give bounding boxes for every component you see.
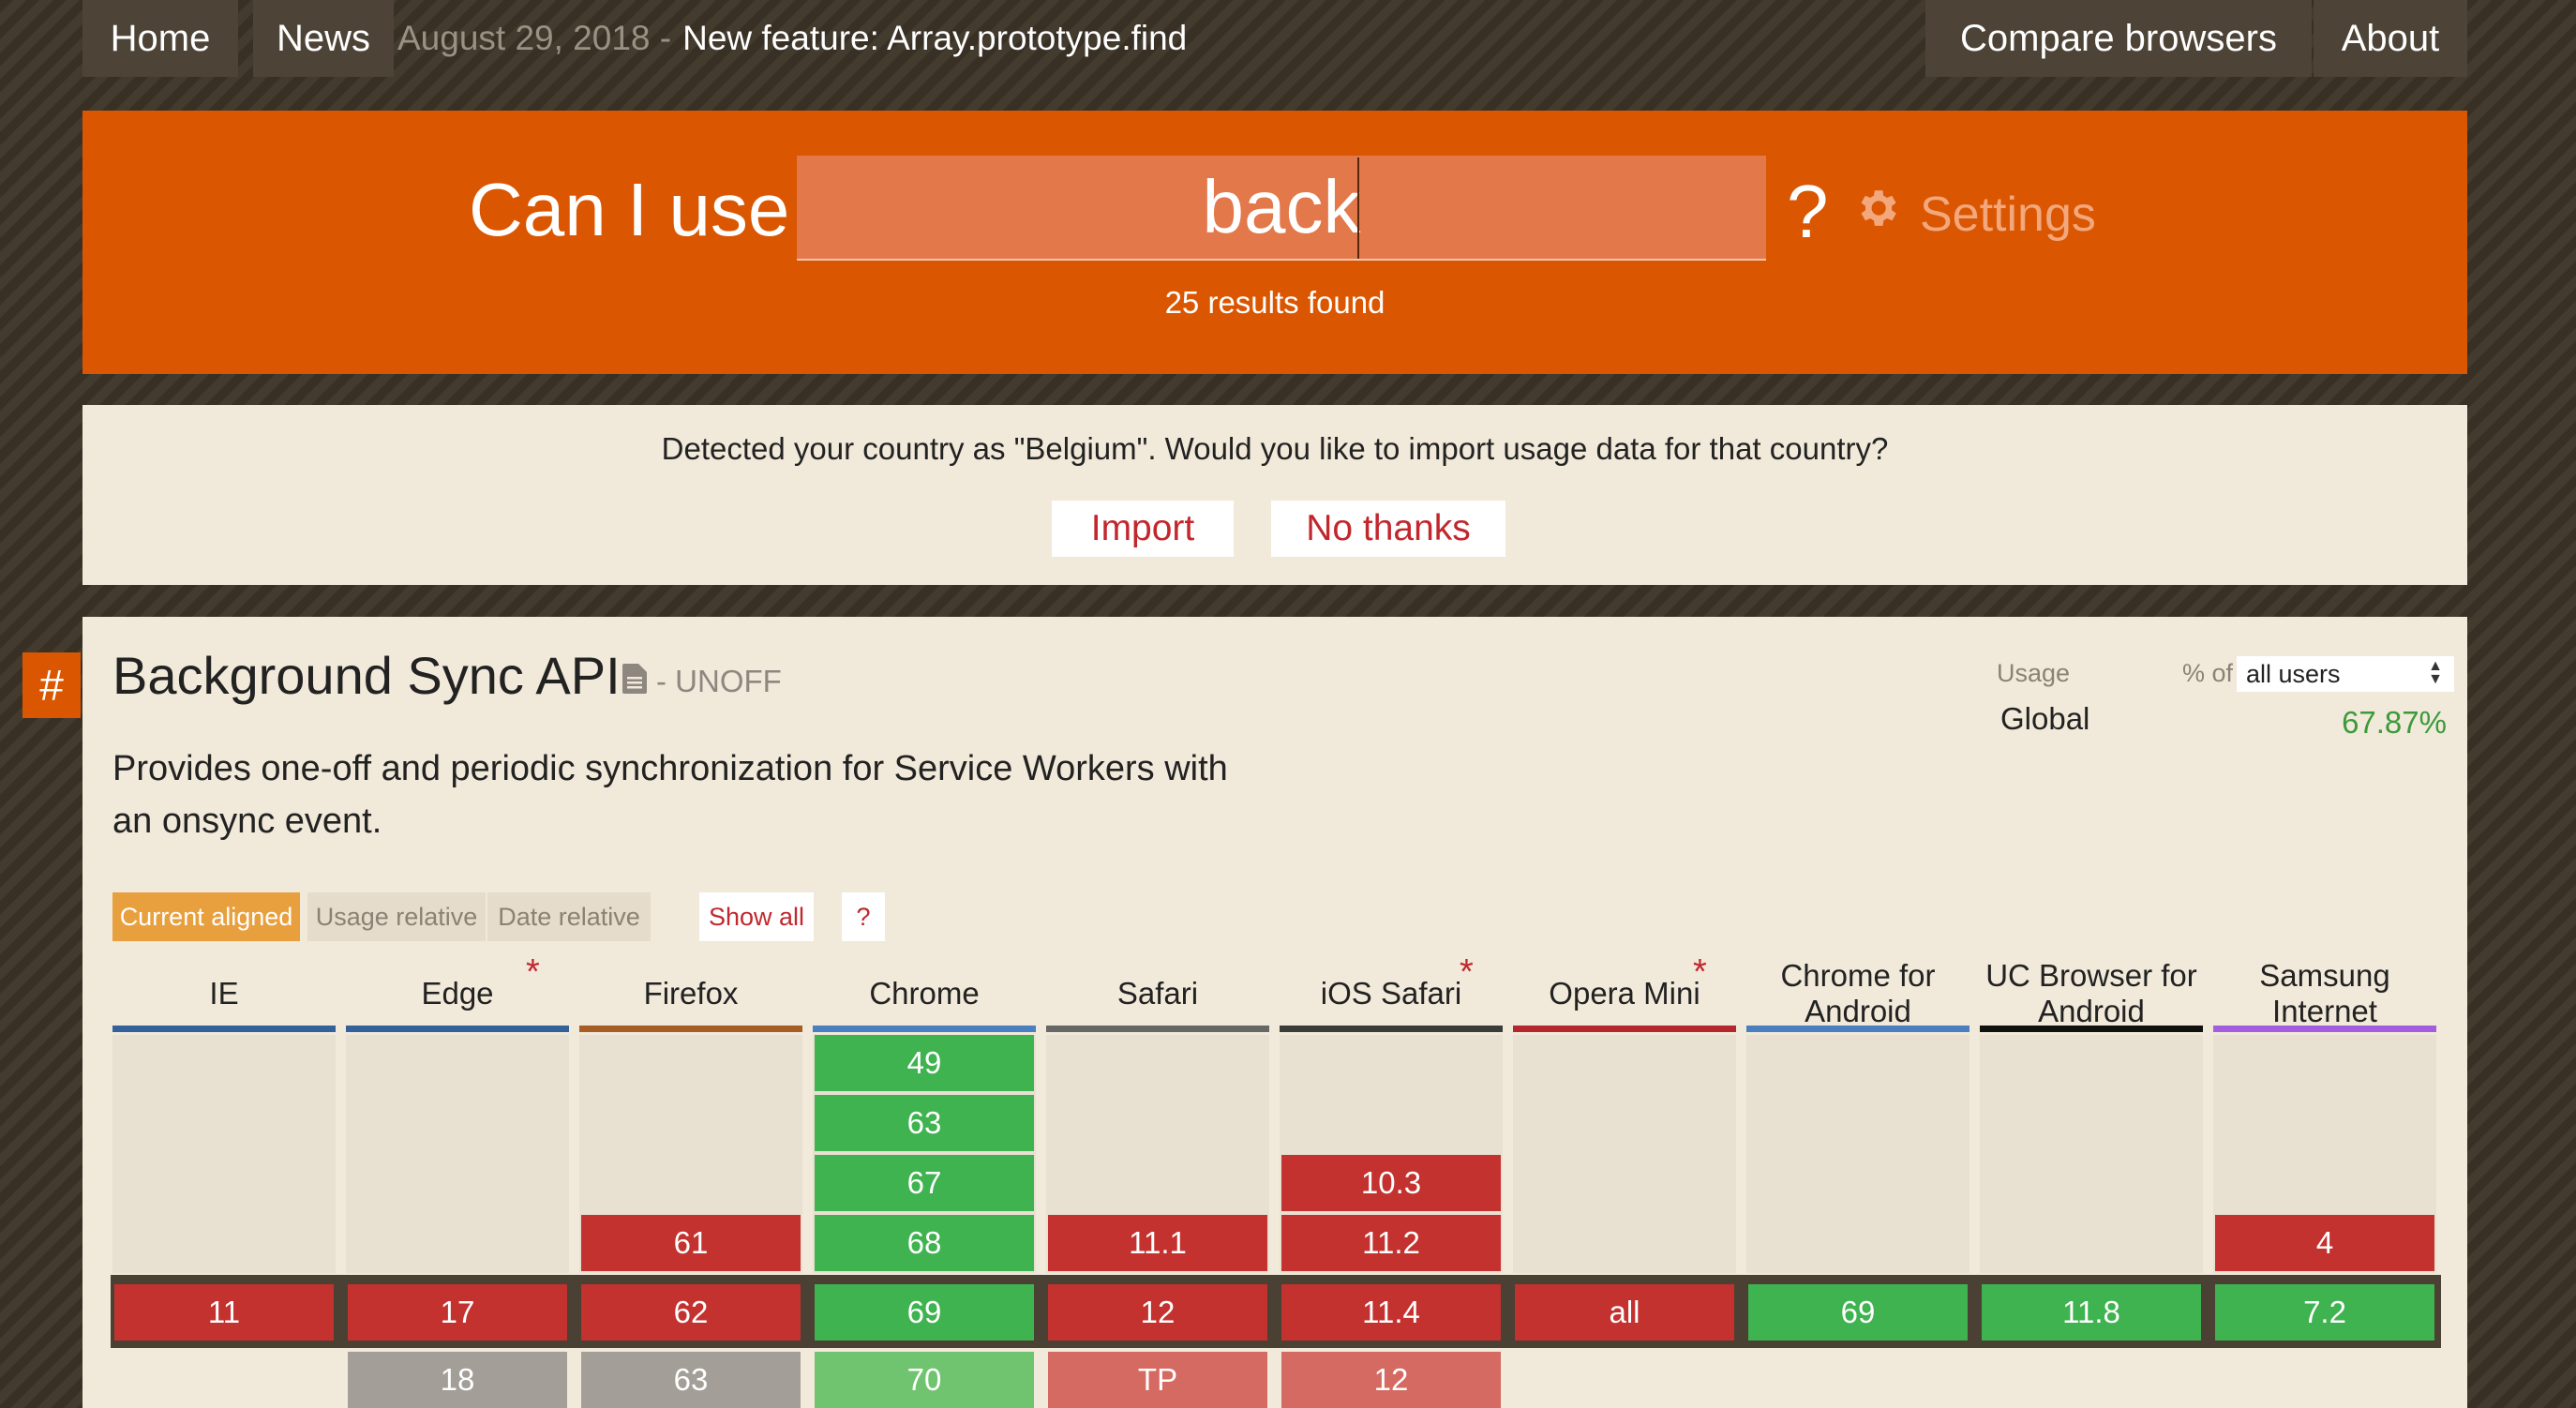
pct-of-label: % of bbox=[2182, 659, 2234, 687]
search-input[interactable] bbox=[797, 156, 1766, 261]
search-prefix: Can I use bbox=[469, 168, 790, 251]
show-all-button[interactable]: Show all bbox=[699, 892, 814, 941]
results-count: 25 results found bbox=[1164, 285, 1385, 320]
version-cell[interactable]: 68 bbox=[815, 1215, 1034, 1271]
browser-name-uc-browser-for-android: UC Browser for Android bbox=[1985, 958, 2197, 1028]
version-cell[interactable]: 11.2 bbox=[1281, 1215, 1501, 1271]
browser-bar-chrome bbox=[813, 1026, 1036, 1032]
current-version-cell[interactable]: 69 bbox=[1748, 1284, 1968, 1341]
settings-link[interactable]: Settings bbox=[1852, 184, 2096, 245]
history-column-chrome-for-android bbox=[1746, 1035, 1969, 1273]
current-version-cell[interactable]: 62 bbox=[581, 1284, 801, 1341]
future-version-cell[interactable]: 12 bbox=[1281, 1352, 1501, 1408]
gear-icon bbox=[1852, 184, 1920, 245]
version-cell[interactable]: 4 bbox=[2215, 1215, 2434, 1271]
browser-name-firefox: Firefox bbox=[643, 976, 739, 1011]
settings-label: Settings bbox=[1920, 187, 2096, 242]
usage-label: Usage bbox=[1997, 659, 2071, 687]
future-version-cell[interactable]: 70 bbox=[815, 1352, 1034, 1408]
view-date-relative[interactable]: Date relative bbox=[487, 892, 651, 941]
version-cell[interactable]: 10.3 bbox=[1281, 1155, 1501, 1211]
notes-star-opera-mini[interactable]: * bbox=[1693, 952, 1707, 993]
global-usage-value: 67.87% bbox=[2342, 705, 2447, 740]
feature-anchor-link[interactable]: # bbox=[22, 652, 81, 718]
browser-bar-ios-safari bbox=[1280, 1026, 1503, 1032]
version-cell[interactable]: 61 bbox=[581, 1215, 801, 1271]
browser-bar-chrome-for-android bbox=[1746, 1026, 1969, 1032]
feature-title: Background Sync API bbox=[112, 646, 621, 705]
browser-bar-ie bbox=[112, 1026, 336, 1032]
news-headline[interactable]: New feature: Array.prototype.find bbox=[682, 19, 1187, 58]
browser-name-safari: Safari bbox=[1116, 976, 1199, 1011]
search-suffix: ? bbox=[1787, 170, 1829, 253]
import-button[interactable]: Import bbox=[1052, 501, 1234, 557]
document-icon[interactable] bbox=[622, 664, 647, 698]
select-arrows-icon: ▲ ▼ bbox=[2428, 658, 2443, 687]
history-column-ie bbox=[112, 1035, 336, 1273]
browser-bar-samsung-internet bbox=[2213, 1026, 2436, 1032]
future-version-cell[interactable]: 63 bbox=[581, 1352, 801, 1408]
news-date: August 29, 2018 - bbox=[397, 19, 672, 57]
history-column-uc-browser-for-android bbox=[1980, 1035, 2203, 1273]
current-version-cell[interactable]: 12 bbox=[1048, 1284, 1267, 1341]
user-scope-value: all users bbox=[2246, 659, 2341, 688]
notes-star-ios-safari[interactable]: * bbox=[1460, 952, 1474, 993]
nav-about[interactable]: About bbox=[2314, 0, 2467, 77]
browser-name-samsung-internet: Samsung Internet bbox=[2259, 958, 2390, 1028]
user-scope-select[interactable]: all users ▲ ▼ bbox=[2237, 656, 2454, 692]
current-version-cell[interactable]: 11.4 bbox=[1281, 1284, 1501, 1341]
notice-text: Detected your country as "Belgium". Woul… bbox=[661, 431, 1889, 466]
global-label: Global bbox=[2000, 701, 2090, 736]
nav-home[interactable]: Home bbox=[82, 0, 238, 77]
history-column-opera-mini bbox=[1513, 1035, 1736, 1273]
future-version-cell[interactable]: 18 bbox=[348, 1352, 567, 1408]
notes-star-edge[interactable]: * bbox=[526, 952, 540, 993]
help-button[interactable]: ? bbox=[842, 892, 885, 941]
browser-bar-firefox bbox=[579, 1026, 802, 1032]
current-version-cell[interactable]: 11.8 bbox=[1982, 1284, 2201, 1341]
version-cell[interactable]: 63 bbox=[815, 1095, 1034, 1151]
nav-compare-browsers[interactable]: Compare browsers bbox=[1925, 0, 2312, 77]
browser-bar-opera-mini bbox=[1513, 1026, 1736, 1032]
news-strip[interactable]: August 29, 2018 - New feature: Array.pro… bbox=[397, 0, 1187, 77]
browser-bar-edge bbox=[346, 1026, 569, 1032]
history-column-edge bbox=[346, 1035, 569, 1273]
current-version-cell[interactable]: 7.2 bbox=[2215, 1284, 2434, 1341]
future-version-cell[interactable]: TP bbox=[1048, 1352, 1267, 1408]
current-version-cell[interactable]: 11 bbox=[114, 1284, 334, 1341]
browser-bar-safari bbox=[1046, 1026, 1269, 1032]
view-usage-relative[interactable]: Usage relative bbox=[307, 892, 486, 941]
feature-description: Provides one-off and periodic synchroniz… bbox=[112, 749, 1228, 841]
current-version-cell[interactable]: 17 bbox=[348, 1284, 567, 1341]
version-cell[interactable]: 11.1 bbox=[1048, 1215, 1267, 1271]
view-current-aligned[interactable]: Current aligned bbox=[112, 892, 300, 941]
browser-name-chrome: Chrome bbox=[869, 976, 980, 1011]
text-caret bbox=[1357, 157, 1359, 259]
browser-bar-uc-browser-for-android bbox=[1980, 1026, 2203, 1032]
nav-news[interactable]: News bbox=[253, 0, 394, 77]
current-version-cell[interactable]: all bbox=[1515, 1284, 1734, 1341]
no-thanks-button[interactable]: No thanks bbox=[1271, 501, 1505, 557]
version-cell[interactable]: 67 bbox=[815, 1155, 1034, 1211]
version-cell[interactable]: 49 bbox=[815, 1035, 1034, 1091]
browser-name-chrome-for-android: Chrome for Android bbox=[1780, 958, 1936, 1028]
current-version-cell[interactable]: 69 bbox=[815, 1284, 1034, 1341]
spec-status: - UNOFF bbox=[656, 664, 782, 698]
browser-name-ie: IE bbox=[209, 976, 239, 1011]
